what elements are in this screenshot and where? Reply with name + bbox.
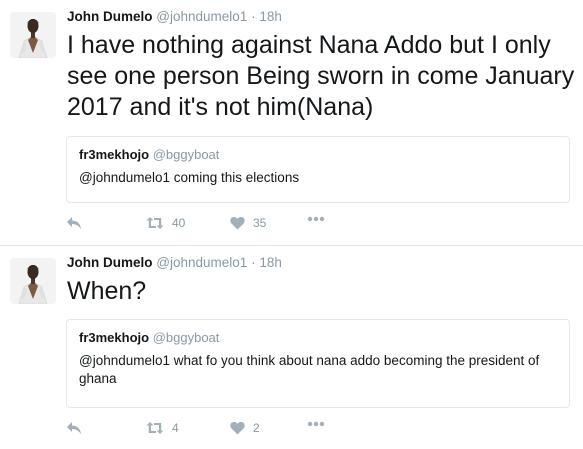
more-button[interactable] <box>307 421 325 427</box>
avatar[interactable] <box>10 258 56 304</box>
quoted-author-name: fr3mekhojo <box>79 147 150 162</box>
retweet-count: 40 <box>172 216 186 230</box>
tweet-header: John Dumelo @johndumelo1 · 18h <box>67 9 282 24</box>
quoted-tweet-text: @johndumelo1 coming this elections <box>79 170 300 185</box>
like-button[interactable]: 35 <box>230 216 266 230</box>
quoted-author-name: fr3mekhojo <box>79 330 150 345</box>
tweet-actions: 4 2 <box>66 421 366 441</box>
author-handle[interactable]: @johndumelo1 <box>156 9 247 24</box>
tweet-header: John Dumelo @johndumelo1 · 18h <box>67 255 282 270</box>
quoted-tweet-text: @johndumelo1 what fo you think about nan… <box>79 353 540 386</box>
more-icon <box>307 216 325 222</box>
heart-icon <box>230 421 245 435</box>
tweet-actions: 40 35 <box>66 216 366 236</box>
separator-dot: · <box>251 9 256 24</box>
like-count: 2 <box>253 421 260 435</box>
quoted-tweet-header: fr3mekhojo @bggyboat <box>79 330 557 345</box>
retweet-count: 4 <box>172 421 179 435</box>
tweet-timestamp[interactable]: 18h <box>259 255 282 270</box>
retweet-button[interactable]: 4 <box>146 421 179 435</box>
retweet-button[interactable]: 40 <box>146 216 185 230</box>
tweet-timestamp[interactable]: 18h <box>259 9 282 24</box>
quoted-tweet[interactable]: fr3mekhojo @bggyboat @johndumelo1 what f… <box>66 319 570 408</box>
tweet-text: I have nothing against Nana Addo but I o… <box>67 31 575 121</box>
reply-icon <box>67 217 81 229</box>
author-name[interactable]: John Dumelo <box>67 9 153 24</box>
author-handle[interactable]: @johndumelo1 <box>156 255 247 270</box>
quoted-tweet[interactable]: fr3mekhojo @bggyboat @johndumelo1 coming… <box>66 136 570 203</box>
more-button[interactable] <box>307 216 325 222</box>
reply-icon <box>67 422 81 434</box>
separator-dot: · <box>251 255 256 270</box>
avatar[interactable] <box>10 12 56 58</box>
reply-button[interactable] <box>66 216 82 230</box>
reply-button[interactable] <box>66 421 82 435</box>
tweet: John Dumelo @johndumelo1 · 18h When? fr3… <box>0 246 583 449</box>
tweet-text: When? <box>67 277 147 305</box>
more-icon <box>307 421 325 427</box>
quoted-author-handle: @bggyboat <box>152 330 220 345</box>
quoted-author-handle: @bggyboat <box>152 147 220 162</box>
like-button[interactable]: 2 <box>230 421 260 435</box>
like-count: 35 <box>253 216 267 230</box>
retweet-icon <box>146 422 164 434</box>
quoted-tweet-header: fr3mekhojo @bggyboat <box>79 147 557 162</box>
heart-icon <box>230 216 245 230</box>
tweet: John Dumelo @johndumelo1 · 18h I have no… <box>0 0 583 246</box>
author-name[interactable]: John Dumelo <box>67 255 153 270</box>
retweet-icon <box>146 217 164 229</box>
